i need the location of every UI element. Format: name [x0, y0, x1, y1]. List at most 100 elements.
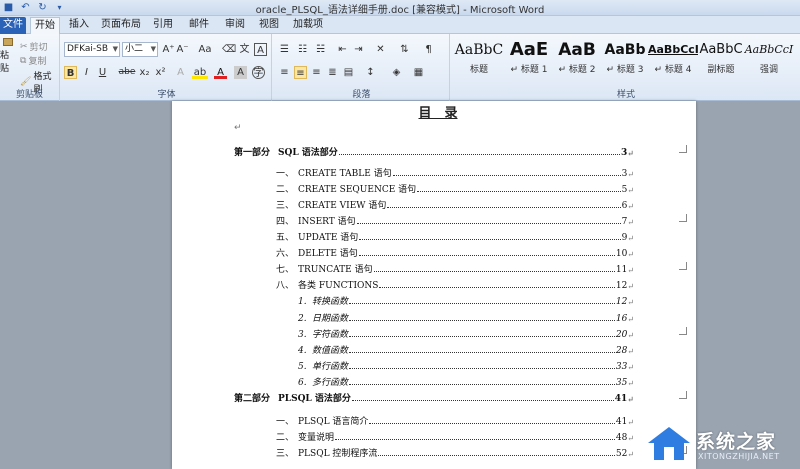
change-case-button[interactable]: Aa — [196, 43, 214, 56]
numbering-icon[interactable]: ☷ — [296, 43, 309, 56]
toc-entry[interactable]: 一、 CREATE TABLE 语句 3 ↵ — [276, 166, 634, 179]
style-title[interactable]: AaBbC 标题 — [454, 38, 504, 78]
chevron-down-icon: ▼ — [150, 45, 156, 53]
toc-entry[interactable]: 第一部分 SQL 语法部分 3 ↵ — [234, 145, 634, 158]
toc-entry-text: CREATE TABLE 语句 — [298, 169, 392, 179]
margin-mark — [679, 391, 687, 399]
decrease-indent-icon[interactable]: ⇤ — [336, 43, 349, 56]
bullets-icon[interactable]: ☰ — [278, 43, 291, 56]
char-shading-button[interactable]: A — [234, 66, 247, 79]
toc-entry-text: 单行函数 — [312, 362, 349, 372]
toc-entry[interactable]: 六、 DELETE 语句 10 ↵ — [276, 246, 634, 259]
style-emphasis[interactable]: AaBbCcI 强调 — [744, 38, 794, 78]
toc-entry[interactable]: 第二部分 PLSQL 语法部分 41 ↵ — [234, 391, 634, 404]
line-spacing-icon[interactable]: ↕ — [364, 66, 377, 79]
paragraph-mark: ↵ — [627, 434, 634, 443]
show-marks-icon[interactable]: ¶ — [422, 43, 435, 56]
tab-insert[interactable]: 插入 — [64, 17, 94, 34]
tab-references[interactable]: 引用 — [148, 17, 178, 34]
toc-entry-page: 52 — [615, 449, 628, 459]
underline-button[interactable]: U — [96, 66, 109, 79]
document-page[interactable]: 目 录 ↵ 第一部分 SQL 语法部分 3 ↵ 一、 CREATE TABLE 语句 3 ↵ 二… — [172, 101, 696, 469]
style-heading-2[interactable]: AaB ↵ 标题 2 — [552, 38, 602, 78]
clipboard-group: 粘贴 ✂ 剪切 ⧉ 复制 🖌 格式刷 剪贴板 — [0, 34, 60, 101]
toc-entry-text: CREATE VIEW 语句 — [298, 201, 387, 211]
tab-view[interactable]: 视图 — [254, 17, 284, 34]
toc-leader-dots — [349, 320, 615, 321]
ribbon-tabs: 文件 开始 插入 页面布局 引用 邮件 审阅 视图 加载项 — [0, 16, 800, 34]
document-area[interactable]: 目 录 ↵ 第一部分 SQL 语法部分 3 ↵ 一、 CREATE TABLE 语句 3 ↵ 二… — [0, 101, 800, 469]
toc-entry-page: 48 — [615, 433, 628, 443]
style-heading-4[interactable]: AaBbCcI ↵ 标题 4 — [648, 38, 698, 78]
toc-entry[interactable]: 八、 各类 FUNCTIONS 12 ↵ — [276, 278, 634, 291]
toc-entry[interactable]: 二、 CREATE SEQUENCE 语句 5 ↵ — [276, 182, 634, 195]
tab-addins[interactable]: 加载项 — [288, 17, 328, 34]
toc-entry-number: 3. — [298, 330, 307, 340]
paragraph-mark: ↵ — [627, 148, 634, 158]
font-color-button[interactable]: A — [214, 66, 227, 79]
clear-format-icon[interactable]: ⌫ — [222, 43, 236, 56]
superscript-button[interactable]: x² — [154, 66, 167, 79]
toc-entry[interactable]: 二、 变量说明 48 ↵ — [276, 430, 634, 443]
toc-entry[interactable]: 2. 日期函数 16 ↵ — [298, 311, 634, 324]
phonetic-guide-button[interactable]: 文 — [238, 43, 251, 56]
borders-icon[interactable]: ▦ — [412, 66, 425, 79]
paste-button[interactable]: 粘贴 — [0, 38, 16, 74]
toc-entry-number: 三、 — [276, 449, 295, 459]
paragraph-mark: ↵ — [627, 186, 634, 195]
sort-icon[interactable]: ⇅ — [398, 43, 411, 56]
justify-icon[interactable]: ≣ — [326, 66, 339, 79]
distributed-icon[interactable]: ▤ — [342, 66, 355, 79]
increase-indent-icon[interactable]: ⇥ — [352, 43, 365, 56]
highlight-button[interactable]: ab — [192, 66, 208, 79]
font-size-combo[interactable]: 小二 ▼ — [122, 42, 158, 57]
toc-entry[interactable]: 3. 字符函数 20 ↵ — [298, 327, 634, 340]
toc-entry-number: 三、 — [276, 201, 295, 211]
subscript-button[interactable]: x₂ — [138, 66, 151, 79]
bold-button[interactable]: B — [64, 66, 77, 79]
style-heading-3[interactable]: AaBb ↵ 标题 3 — [600, 38, 650, 78]
align-center-icon[interactable]: ≡ — [294, 66, 307, 79]
align-left-icon[interactable]: ≡ — [278, 66, 291, 79]
margin-mark — [679, 145, 687, 153]
toc-entry[interactable]: 5. 单行函数 33 ↵ — [298, 359, 634, 372]
align-right-icon[interactable]: ≡ — [310, 66, 323, 79]
toc-entry-page: 35 — [615, 378, 628, 388]
paragraph-mark: ↵ — [627, 363, 634, 372]
toc-entry[interactable]: 四、 INSERT 语句 7 ↵ — [276, 214, 634, 227]
tab-page-layout[interactable]: 页面布局 — [100, 17, 142, 34]
text-effects-button[interactable]: A — [174, 66, 187, 79]
tab-mailings[interactable]: 邮件 — [184, 17, 214, 34]
tab-review[interactable]: 审阅 — [220, 17, 250, 34]
tab-home[interactable]: 开始 — [30, 17, 60, 34]
toc-leader-dots — [349, 352, 615, 353]
italic-button[interactable]: I — [80, 66, 93, 79]
multilevel-list-icon[interactable]: ☵ — [314, 43, 327, 56]
toc-leader-dots — [335, 439, 615, 440]
enclose-char-button[interactable]: 字 — [252, 66, 265, 79]
toc-entry[interactable]: 五、 UPDATE 语句 9 ↵ — [276, 230, 634, 243]
asian-layout-icon[interactable]: ✕ — [374, 43, 387, 56]
copy-button[interactable]: ⧉ 复制 — [20, 54, 46, 68]
shading-icon[interactable]: ◈ — [390, 66, 403, 79]
cut-button[interactable]: ✂ 剪切 — [20, 40, 48, 54]
toc-entry-text: 数值函数 — [312, 346, 349, 356]
char-border-button[interactable]: A — [254, 43, 267, 56]
clipboard-group-label: 剪贴板 — [15, 90, 43, 100]
style-heading-1[interactable]: AaE ↵ 标题 1 — [504, 38, 554, 78]
toc-entry-text: 多行函数 — [312, 378, 349, 388]
toc-entry[interactable]: 1. 转换函数 12 ↵ — [298, 294, 634, 307]
font-name-combo[interactable]: DFKai-SB ▼ — [64, 42, 120, 57]
toc-entry[interactable]: 一、 PLSQL 语言简介 41 ↵ — [276, 414, 634, 427]
toc-entry[interactable]: 三、 PLSQL 控制程序流 52 ↵ — [276, 446, 634, 459]
toc-entry[interactable]: 七、 TRUNCATE 语句 11 ↵ — [276, 262, 634, 275]
toc-entry[interactable]: 6. 多行函数 35 ↵ — [298, 375, 634, 388]
scissors-icon: ✂ — [20, 41, 28, 52]
grow-font-button[interactable]: A⁺ — [162, 43, 175, 56]
tab-file[interactable]: 文件 — [0, 17, 26, 34]
toc-entry[interactable]: 4. 数值函数 28 ↵ — [298, 343, 634, 356]
shrink-font-button[interactable]: A⁻ — [176, 43, 189, 56]
style-subtitle[interactable]: AaBbC 副标题 — [696, 38, 746, 78]
strikethrough-button[interactable]: abe — [118, 66, 136, 79]
toc-entry[interactable]: 三、 CREATE VIEW 语句 6 ↵ — [276, 198, 634, 211]
